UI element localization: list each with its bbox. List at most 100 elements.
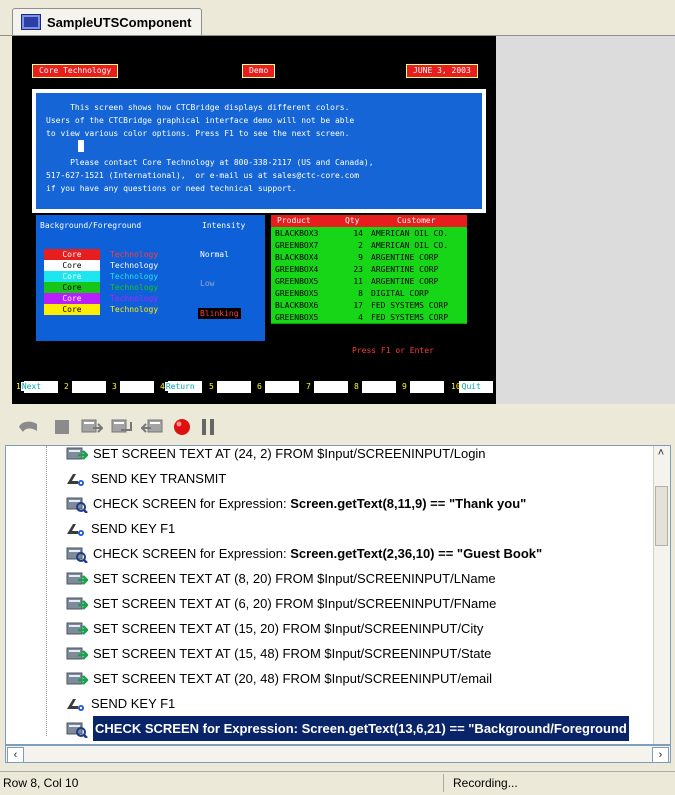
message-line: 517-627-1521 (International), or e-mail … [46, 171, 360, 180]
tab-bar: SampleUTSComponent [0, 0, 675, 36]
cursor-position: Row 8, Col 10 [0, 774, 444, 792]
fkey-9[interactable]: 9 [402, 381, 407, 393]
step-text: SET SCREEN TEXT AT (8, 20) FROM $Input/S… [93, 566, 496, 591]
screen-header-date: JUNE 3, 2003 [406, 64, 478, 78]
status-bar: Row 8, Col 10 Recording... [0, 771, 675, 795]
product-name: GREENBOX5 [275, 313, 319, 322]
step-command: CHECK SCREEN for Expression: [93, 496, 291, 511]
step-text: SET SCREEN TEXT AT (15, 20) FROM $Input/… [93, 616, 483, 641]
screen-header-title: Demo [242, 64, 276, 78]
legend-row: Core Technology [36, 260, 265, 271]
undo-icon[interactable] [16, 416, 40, 438]
product-table: Product Qty Customer BLACKBOX3 14 AMERICAN… [271, 215, 467, 340]
fkey-number: 7 [306, 382, 311, 391]
send-key-icon [64, 471, 86, 487]
fkey-number: 10 [451, 382, 461, 391]
step-expression: Screen.getText(8,11,9) == "Thank you" [290, 496, 527, 511]
step-text: CHECK SCREEN for Expression: Screen.getT… [93, 541, 542, 566]
legend-technology-text: Technology [110, 283, 159, 292]
legend-technology-text: Technology [110, 305, 159, 314]
terminal-screen[interactable]: Core Technology Demo JUNE 3, 2003 This s… [12, 36, 496, 404]
message-line: Users of the CTCBridge graphical interfa… [46, 116, 355, 125]
message-line: Please contact Core Technology at 800-33… [46, 158, 374, 167]
step-text: SEND KEY TRANSMIT [91, 466, 226, 491]
message-line: This screen shows how CTCBridge displays… [46, 103, 350, 112]
legend-row: Core Technology [36, 271, 265, 282]
fkey-5[interactable]: 5 [209, 381, 214, 393]
fkey-6[interactable]: 6 [257, 381, 262, 393]
fkey-8[interactable]: 8 [354, 381, 359, 393]
step-back-icon[interactable] [140, 416, 164, 438]
tree-guide [46, 446, 47, 736]
fkey-number: 6 [257, 382, 262, 391]
step-expression: Screen.getText(2,36,10) == "Guest Book" [290, 546, 543, 561]
fkey-field[interactable] [72, 381, 106, 393]
fkey-field[interactable] [265, 381, 299, 393]
legend-core-swatch: Core [44, 293, 100, 304]
screen-message-box: This screen shows how CTCBridge displays… [32, 89, 486, 213]
vertical-scroll-thumb[interactable] [655, 486, 668, 546]
fkey-1[interactable]: 1Next [16, 381, 43, 393]
step-text: SEND KEY F1 [91, 691, 175, 716]
fkey-number: 2 [64, 382, 69, 391]
step-command: SET SCREEN TEXT AT (15, 20) FROM $Input/… [93, 621, 484, 636]
vertical-scrollbar[interactable]: ˄ [653, 446, 670, 744]
step-command: CHECK SCREEN for Expression: [93, 546, 291, 561]
fkey-3[interactable]: 3 [112, 381, 117, 393]
legend-core-swatch: Core [44, 260, 100, 271]
legend-core-swatch: Core [44, 282, 100, 293]
intensity-low: Low [200, 279, 215, 288]
col-qty: Qty [345, 216, 360, 225]
fkey-4[interactable]: 4Return [160, 381, 196, 393]
legend-technology-text: Technology [110, 261, 159, 270]
horizontal-scrollbar[interactable]: ‹ › [5, 745, 671, 763]
stop-icon[interactable] [50, 416, 74, 438]
step-text: CHECK SCREEN for Expression: Screen.getT… [93, 716, 629, 741]
step-command: SEND KEY F1 [91, 521, 176, 536]
step-over-icon[interactable] [110, 416, 134, 438]
step-text: SET SCREEN TEXT AT (24, 2) FROM $Input/S… [93, 446, 486, 466]
legend-row: Core Technology [36, 293, 265, 304]
product-qty: 4 [358, 313, 363, 322]
fkey-field[interactable] [314, 381, 348, 393]
legend-technology-text: Technology [110, 272, 159, 281]
send-key-icon [64, 696, 86, 712]
step-text: SET SCREEN TEXT AT (15, 48) FROM $Input/… [93, 641, 491, 666]
set-text-icon [66, 621, 89, 637]
fkey-2[interactable]: 2 [64, 381, 69, 393]
fkey-number: 9 [402, 382, 407, 391]
step-command: SEND KEY TRANSMIT [91, 471, 227, 486]
fkey-field[interactable] [410, 381, 444, 393]
step-command: CHECK SCREEN for Expression: Screen.getT… [95, 721, 627, 736]
step-command: SET SCREEN TEXT AT (8, 20) FROM $Input/S… [93, 571, 496, 586]
fkey-number: 8 [354, 382, 359, 391]
step-command: SET SCREEN TEXT AT (20, 48) FROM $Input/… [93, 671, 493, 686]
legend-header-intensity: Intensity [202, 221, 246, 230]
set-text-icon [66, 671, 89, 687]
col-product: Product [277, 216, 311, 225]
scroll-right-icon[interactable]: › [652, 747, 669, 763]
step-forward-icon[interactable] [80, 416, 104, 438]
screen-hint: Press F1 or Enter [352, 346, 434, 355]
scroll-up-icon[interactable]: ˄ [654, 446, 668, 460]
script-step-list[interactable]: SET SCREEN TEXT AT (24, 2) FROM $Input/S… [5, 445, 671, 745]
pause-icon[interactable] [196, 416, 220, 438]
fkey-field[interactable] [362, 381, 396, 393]
product-table-header: Product Qty Customer [271, 215, 467, 227]
set-text-icon [66, 446, 89, 462]
fkey-10[interactable]: 10Quit [451, 381, 482, 393]
fkey-7[interactable]: 7 [306, 381, 311, 393]
fkey-field[interactable] [217, 381, 251, 393]
step-text: CHECK SCREEN for Expression: Screen.getT… [93, 491, 526, 516]
fkey-field[interactable] [120, 381, 154, 393]
legend-core-swatch: Core [44, 271, 100, 282]
screen-header-company: Core Technology [32, 64, 119, 78]
intensity-normal: Normal [200, 250, 229, 259]
record-icon[interactable] [170, 416, 194, 438]
tab-sample-uts-component[interactable]: SampleUTSComponent [12, 8, 203, 35]
step-command: SET SCREEN TEXT AT (6, 20) FROM $Input/S… [93, 596, 497, 611]
text-cursor [78, 140, 84, 152]
legend-core-swatch: Core [44, 249, 100, 260]
scroll-left-icon[interactable]: ‹ [7, 747, 24, 763]
terminal-panel: Core Technology Demo JUNE 3, 2003 This s… [12, 36, 675, 404]
